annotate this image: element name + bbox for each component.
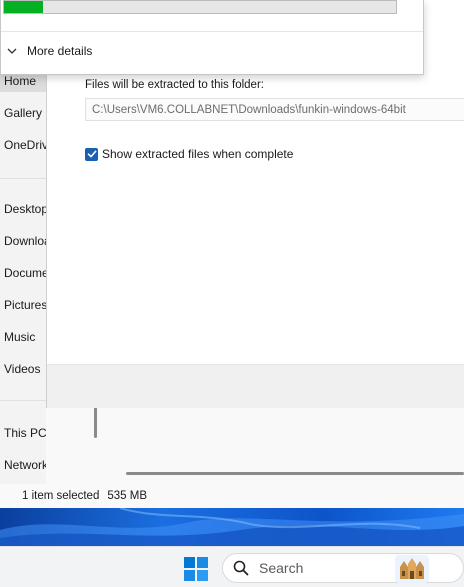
nav-item-pictures[interactable]: Pictures	[0, 294, 46, 316]
nav-item-label: Desktop	[4, 202, 46, 216]
progress-dialog: More details	[0, 0, 424, 75]
vertical-scrollbar[interactable]	[94, 404, 97, 438]
nav-item-onedrive[interactable]: OneDrive	[0, 134, 46, 156]
dialog-footer	[47, 364, 464, 408]
windows-logo-icon	[184, 557, 208, 581]
show-extracted-files-option[interactable]: Show extracted files when complete	[85, 146, 293, 162]
nav-item-documents[interactable]: Documents	[0, 262, 46, 284]
start-button[interactable]	[184, 557, 208, 581]
nav-item-label: Home	[4, 74, 37, 88]
nav-item-label: This PC	[4, 426, 46, 440]
taskbar-search-box[interactable]: Search	[222, 553, 464, 583]
taskbar: Search	[0, 546, 464, 587]
desktop-wallpaper	[0, 508, 464, 546]
search-label: Search	[259, 560, 304, 576]
nav-item-videos[interactable]: Videos	[0, 358, 46, 380]
nav-item-label: Pictures	[4, 298, 46, 312]
nav-item-label: Network	[4, 458, 46, 472]
search-icon	[233, 560, 249, 576]
nav-divider	[0, 400, 46, 401]
progress-bar-fill	[4, 1, 44, 13]
nav-item-downloads[interactable]: Downloads	[0, 230, 46, 252]
progress-bar	[3, 0, 397, 14]
destination-path-field[interactable]	[85, 98, 464, 121]
nav-item-label: Gallery	[4, 106, 43, 120]
show-extracted-files-checkbox[interactable]	[85, 147, 98, 161]
more-details-toggle[interactable]: More details	[7, 44, 92, 58]
nav-item-network[interactable]: Network	[0, 454, 46, 476]
nav-item-label: Music	[4, 330, 36, 344]
nav-item-this-pc[interactable]: This PC	[0, 422, 46, 444]
more-details-label: More details	[27, 44, 93, 58]
status-bar: 1 item selected 535 MB	[0, 484, 464, 508]
show-extracted-files-label: Show extracted files when complete	[102, 147, 294, 161]
checkmark-icon	[87, 150, 96, 158]
nav-item-gallery[interactable]: Gallery	[0, 102, 46, 124]
progress-divider	[1, 31, 423, 32]
search-highlight-icon	[395, 555, 429, 583]
chevron-down-icon	[7, 48, 17, 54]
destination-label: Files will be extracted to this folder:	[85, 79, 264, 91]
nav-divider	[0, 178, 46, 179]
horizontal-scrollbar[interactable]	[126, 472, 464, 475]
nav-item-label: Downloads	[4, 234, 46, 248]
nav-item-music[interactable]: Music	[0, 326, 46, 348]
selection-size: 535 MB	[107, 490, 147, 502]
nav-item-desktop[interactable]: Desktop	[0, 198, 46, 220]
nav-item-label: Videos	[4, 362, 41, 376]
selection-count: 1 item selected	[22, 490, 100, 502]
nav-item-label: Documents	[4, 266, 46, 280]
nav-item-label: OneDrive	[4, 138, 46, 152]
